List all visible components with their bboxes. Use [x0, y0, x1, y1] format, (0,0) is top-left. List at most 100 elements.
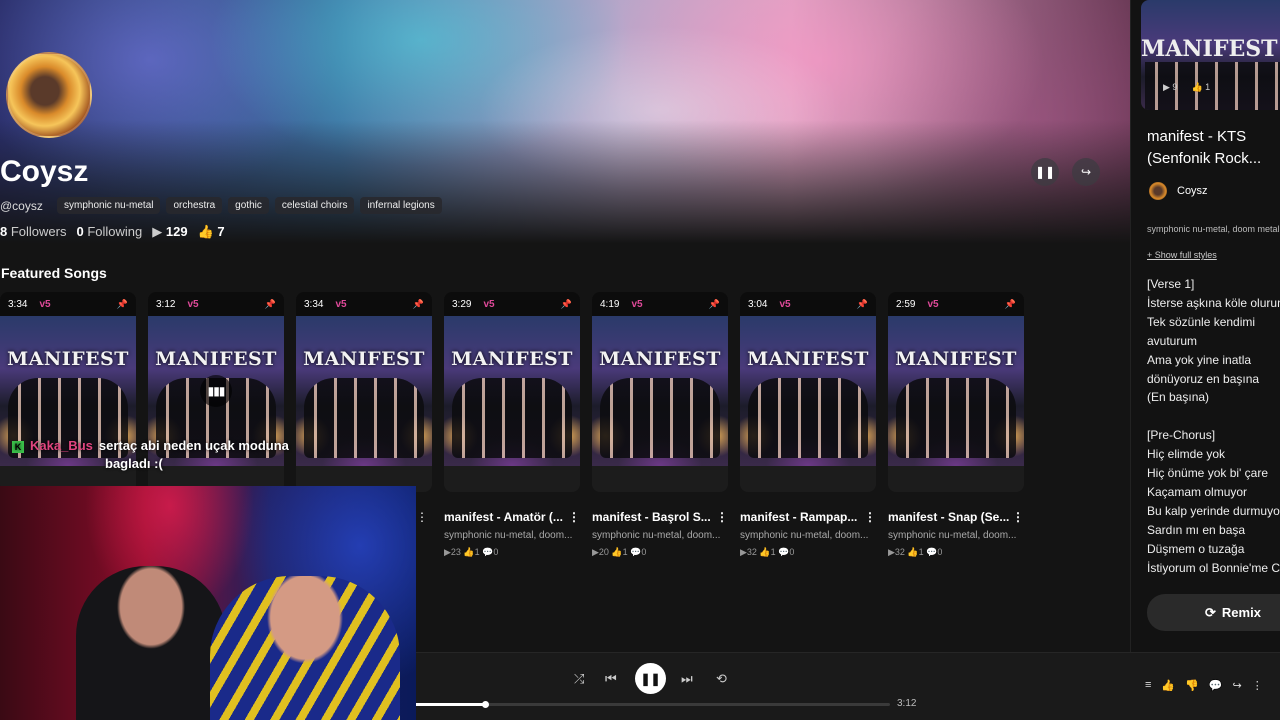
repeat-icon[interactable]: ⟲ [716, 671, 727, 687]
kick-badge-icon: K [12, 441, 24, 453]
cover-plays: ▶ 9 [1163, 82, 1178, 92]
pause-icon: ❚❚ [1034, 165, 1056, 179]
more-icon[interactable]: ⋮ [568, 510, 580, 524]
pin-icon[interactable]: 📌 [413, 299, 424, 310]
lyrics: [Verse 1] İsterse aşkına köle olurum Tek… [1147, 277, 1280, 575]
song-cover: MANIFEST [296, 316, 432, 466]
pin-icon[interactable]: 📌 [709, 299, 720, 310]
tag-chip[interactable]: celestial choirs [274, 197, 355, 214]
share-button[interactable]: ↪ [1072, 158, 1100, 186]
song-info: manifest - Amatör (... ⋮ symphonic nu-met… [444, 510, 580, 558]
share-icon[interactable]: ↪ [1233, 679, 1242, 692]
more-icon[interactable]: ⋮ [864, 510, 876, 524]
song-card[interactable]: 2:59 v5 📌 MANIFEST [888, 292, 1024, 492]
song-genre: symphonic nu-metal, doom... [444, 530, 573, 541]
song-cover: MANIFEST [444, 316, 580, 466]
likes-count: 👍 7 [197, 224, 225, 239]
dislike-icon[interactable]: 👎 [1185, 679, 1199, 692]
remix-icon: ⟳ [1205, 604, 1216, 620]
progress-knob[interactable] [481, 701, 489, 708]
shuffle-icon[interactable]: ⤮ [574, 671, 584, 687]
duration: 3:34 [8, 298, 28, 310]
song-genre: symphonic nu-metal, doom... [740, 530, 869, 541]
tag-chip[interactable]: infernal legions [360, 197, 442, 214]
now-playing-artist[interactable]: Coysz [1149, 182, 1208, 200]
song-card[interactable]: 4:19 v5 📌 MANIFEST [592, 292, 728, 492]
tag-chip[interactable]: gothic [228, 197, 269, 214]
more-icon[interactable]: ⋮ [1012, 510, 1024, 524]
song-genre: symphonic nu-metal, doom... [592, 530, 721, 541]
version-badge: v5 [483, 298, 495, 310]
pin-icon[interactable]: 📌 [857, 299, 868, 310]
thumbs-up-icon: 👍 [197, 224, 214, 239]
stream-chat-message: K Kaka_Bus sertaç abi neden uçak moduna ba… [12, 437, 289, 473]
song-cover: MANIFEST [740, 316, 876, 466]
duration: 3:29 [452, 298, 472, 310]
song-info: manifest - Snap (Se... ⋮ symphonic nu-met… [888, 510, 1024, 558]
like-icon[interactable]: 👍 [1161, 679, 1175, 692]
play-pause-button[interactable]: ❚❚ [635, 663, 666, 694]
featured-songs-heading: Featured Songs [1, 265, 107, 281]
song-title[interactable]: manifest - Snap (Se... [888, 510, 1009, 524]
next-icon[interactable]: ⏭ [681, 671, 693, 687]
share-icon: ↪ [1080, 165, 1092, 179]
webcam-overlay [0, 486, 416, 720]
pin-icon[interactable]: 📌 [117, 299, 128, 310]
song-title[interactable]: manifest - Amatör (... [444, 510, 563, 524]
progress-fill [416, 703, 485, 706]
progress-bar[interactable] [416, 701, 890, 708]
avatar [1149, 182, 1167, 200]
song-title[interactable]: manifest - Rampap... [740, 510, 857, 524]
chat-username: Kaka_Bus [30, 438, 93, 453]
song-stats: ▶23 👍1 💬0 [444, 547, 499, 557]
show-full-styles-link[interactable]: + Show full styles [1147, 250, 1217, 260]
profile-avatar[interactable] [6, 52, 92, 138]
version-badge: v5 [39, 298, 51, 310]
following-link[interactable]: 0 Following [76, 224, 142, 240]
queue-icon[interactable]: ≡ [1145, 679, 1151, 692]
version-badge: v5 [779, 298, 791, 310]
duration: 2:59 [896, 298, 916, 310]
more-icon[interactable]: ⋮ [416, 510, 428, 524]
pin-icon[interactable]: 📌 [1005, 299, 1016, 310]
more-icon[interactable]: ⋮ [716, 510, 728, 524]
previous-icon[interactable]: ⏮ [605, 671, 617, 687]
song-card[interactable]: 3:29 v5 📌 MANIFEST [444, 292, 580, 492]
chat-text: bagladı :( [105, 456, 163, 471]
more-icon[interactable]: ⋮ [1252, 679, 1263, 692]
song-card[interactable]: 3:34 v5 📌 MANIFEST [296, 292, 432, 492]
version-badge: v5 [927, 298, 939, 310]
streamer-right [210, 576, 400, 720]
play-icon: ▶ [152, 224, 163, 239]
duration: 3:34 [304, 298, 324, 310]
pause-button[interactable]: ❚❚ [1031, 158, 1059, 186]
version-badge: v5 [631, 298, 643, 310]
duration: 3:12 [156, 298, 176, 310]
remix-button[interactable]: ⟳ Remix [1147, 594, 1280, 631]
song-genre: symphonic nu-metal, doom... [888, 530, 1017, 541]
pin-icon[interactable]: 📌 [561, 299, 572, 310]
followers-link[interactable]: 8 Followers [0, 224, 66, 240]
profile-handle: @coysz [0, 199, 43, 213]
player-actions: ≡ 👍 👎 💬 ↪ ⋮ [1145, 679, 1263, 692]
cover-likes: 👍 1 [1191, 82, 1211, 92]
now-playing-title: manifest - KTS (Senfonik Rock... [1147, 128, 1262, 167]
chat-text: sertaç abi neden uçak moduna [98, 438, 289, 453]
now-playing-cover[interactable]: MANIFEST ▶ 9 👍 1 [1141, 0, 1280, 110]
song-stats: ▶32 👍1 💬0 [888, 547, 943, 557]
now-playing-indicator-icon[interactable]: ▮▮▮ [200, 375, 232, 407]
song-title[interactable]: manifest - Başrol S... [592, 510, 711, 524]
profile-stats: 8 Followers 0 Following ▶ 129 👍 7 [0, 224, 225, 240]
song-info: manifest - Başrol S... ⋮ symphonic nu-met… [592, 510, 728, 558]
track-duration: 3:12 [897, 698, 917, 709]
tag-chip[interactable]: orchestra [166, 197, 223, 214]
song-stats: ▶32 👍1 💬0 [740, 547, 795, 557]
song-card[interactable]: 3:04 v5 📌 MANIFEST [740, 292, 876, 492]
now-playing-panel: MANIFEST ▶ 9 👍 1 manifest - KTS (Senfonik… [1130, 0, 1280, 652]
version-badge: v5 [187, 298, 199, 310]
pin-icon[interactable]: 📌 [265, 299, 276, 310]
version-badge: v5 [335, 298, 347, 310]
tag-chip[interactable]: symphonic nu-metal [57, 197, 161, 214]
song-info: manifest - Rampap... ⋮ symphonic nu-metal… [740, 510, 876, 558]
comment-icon[interactable]: 💬 [1209, 679, 1223, 692]
